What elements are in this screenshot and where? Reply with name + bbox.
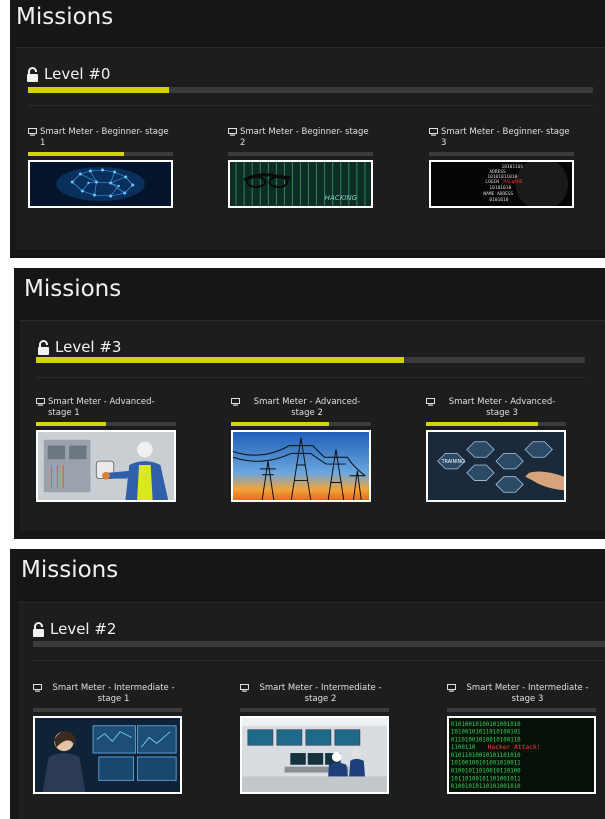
mission-progress-bar xyxy=(228,152,373,156)
monitor-icon xyxy=(426,398,435,406)
svg-text:01101001010010100110: 01101001010010100110 xyxy=(451,737,521,743)
mission-title-text: Smart Meter - Advanced-stage 1 xyxy=(48,397,155,418)
monitor-icon xyxy=(33,684,42,692)
hacker-attack-thumb-text: Hacker Attack! xyxy=(488,744,541,751)
mission-card[interactable]: Smart Meter - Beginner- stage 1 xyxy=(28,127,173,208)
svg-text:10100100101001010011: 10100100101001010011 xyxy=(451,761,521,767)
mission-card[interactable]: Smart Meter - Beginner- stage 3 10101101… xyxy=(429,127,574,208)
monitor-icon xyxy=(36,398,45,406)
mission-card[interactable]: Smart Meter - Advanced- stage 2 xyxy=(231,397,371,502)
mission-title[interactable]: Smart Meter - Beginner- stage 3 xyxy=(429,127,574,149)
mission-title-text: Smart Meter - Intermediate -stage 1 xyxy=(52,683,175,704)
page-title: Missions xyxy=(21,557,119,583)
level-progress-bar xyxy=(33,641,605,647)
mission-title[interactable]: Smart Meter - Beginner- stage 1 xyxy=(28,127,173,149)
mission-thumbnail-hacking[interactable]: HACKING xyxy=(228,160,373,208)
level-progress-bar xyxy=(28,87,593,93)
mission-title-text: Smart Meter - Beginner- stage 1 xyxy=(40,127,169,148)
unlock-icon xyxy=(26,66,39,82)
mission-thumbnail-malware[interactable]: 10101101 ADRESS 10101011010 LOGIN MALWAR… xyxy=(429,160,574,208)
monitor-icon xyxy=(447,684,456,692)
mission-card[interactable]: Smart Meter - Advanced-stage 1 xyxy=(36,397,176,502)
unlock-icon xyxy=(37,339,50,355)
mission-progress-bar xyxy=(36,422,176,426)
mission-progress-bar xyxy=(429,152,574,156)
mission-title[interactable]: Smart Meter - Intermediate -stage 1 xyxy=(33,683,182,705)
svg-text:10110100101101001011: 10110100101101001011 xyxy=(451,776,521,782)
monitor-icon xyxy=(240,684,249,692)
level-progress-bar xyxy=(36,357,585,363)
divider xyxy=(33,660,605,661)
divider xyxy=(36,377,585,378)
svg-text:01001011010010110100: 01001011010010110100 xyxy=(451,769,521,775)
mission-thumbnail-power-lines[interactable] xyxy=(231,430,371,502)
mission-title-text: Smart Meter - Intermediate -stage 2 xyxy=(259,683,382,704)
mission-title-text: Smart Meter - Advanced- stage 2 xyxy=(253,397,361,418)
mission-progress-bar xyxy=(426,422,566,426)
mission-progress-bar xyxy=(240,708,389,712)
mission-thumbnail-electrician[interactable] xyxy=(36,430,176,502)
mission-title-text: Smart Meter - Intermediate -stage 3 xyxy=(466,683,589,704)
missions-panel-2: Missions Level #3 Smart Meter - Advanced… xyxy=(14,268,605,539)
level-header: Level #0 xyxy=(26,65,110,83)
mission-title[interactable]: Smart Meter - Advanced-stage 1 xyxy=(36,397,176,419)
missions-panel-1: Missions Level #0 Smart Meter - Beginner… xyxy=(10,0,605,258)
level-card: Level #2 Smart Meter - Intermediate -sta… xyxy=(18,602,605,819)
svg-text:10100101011010100101: 10100101011010100101 xyxy=(451,730,521,736)
hacking-thumb-text: HACKING xyxy=(325,193,358,202)
svg-text:01010010100101001010: 01010010100101001010 xyxy=(451,722,521,728)
svg-text:01011010010101101010: 01011010010101101010 xyxy=(451,753,521,759)
monitor-icon xyxy=(231,398,240,406)
mission-card[interactable]: Smart Meter - Intermediate -stage 2 xyxy=(240,683,389,794)
mission-title[interactable]: Smart Meter - Advanced- stage 2 xyxy=(231,397,371,419)
malware-code-line: MALWARE xyxy=(504,179,523,185)
mission-title[interactable]: Smart Meter - Advanced- stage 3 xyxy=(426,397,566,419)
mission-progress-bar xyxy=(28,152,173,156)
level-header: Level #3 xyxy=(37,338,121,356)
mission-progress-bar xyxy=(33,708,182,712)
level-header: Level #2 xyxy=(32,620,116,638)
mission-card[interactable]: Smart Meter - Intermediate -stage 3 0101… xyxy=(447,683,596,794)
divider xyxy=(28,105,593,106)
malware-code-line: 10101010 xyxy=(489,185,511,191)
mission-title-text: Smart Meter - Beginner- stage 3 xyxy=(441,127,570,148)
mission-card[interactable]: Smart Meter - Beginner- stage 2 HACKING xyxy=(228,127,373,208)
svg-text:1100110: 1100110 xyxy=(451,745,476,751)
mission-thumbnail-operators[interactable] xyxy=(240,716,389,794)
mission-thumbnail-brain[interactable] xyxy=(28,160,173,208)
mission-card[interactable]: Smart Meter - Advanced- stage 3 TRAINING xyxy=(426,397,566,502)
monitor-icon xyxy=(429,128,438,136)
training-thumb-text: TRAINING xyxy=(441,459,466,465)
malware-code-line: NAME ADRESS xyxy=(483,191,513,197)
mission-thumbnail-control-room[interactable] xyxy=(33,716,182,794)
monitor-icon xyxy=(228,128,237,136)
missions-panel-3: Missions Level #2 Smart Meter - Intermed… xyxy=(10,549,605,819)
page-title: Missions xyxy=(24,276,122,302)
mission-card[interactable]: Smart Meter - Intermediate -stage 1 xyxy=(33,683,182,794)
level-label: Level #2 xyxy=(50,620,117,638)
level-card: Level #3 Smart Meter - Advanced-stage 1 xyxy=(20,320,605,530)
unlock-icon xyxy=(32,621,45,637)
mission-title[interactable]: Smart Meter - Beginner- stage 2 xyxy=(228,127,373,149)
monitor-icon xyxy=(28,128,37,136)
level-label: Level #0 xyxy=(44,65,111,83)
mission-title[interactable]: Smart Meter - Intermediate -stage 3 xyxy=(447,683,596,705)
malware-code-line: 0101010 xyxy=(489,197,508,203)
page-title: Missions xyxy=(16,4,114,30)
svg-text:01001010110101001010: 01001010110101001010 xyxy=(451,784,521,790)
mission-title-text: Smart Meter - Beginner- stage 2 xyxy=(240,127,369,148)
mission-thumbnail-hacker-attack[interactable]: 01010010100101001010 1010010101101010010… xyxy=(447,716,596,794)
mission-title-text: Smart Meter - Advanced- stage 3 xyxy=(448,397,556,418)
mission-title[interactable]: Smart Meter - Intermediate -stage 2 xyxy=(240,683,389,705)
mission-thumbnail-training[interactable]: TRAINING xyxy=(426,430,566,502)
level-label: Level #3 xyxy=(55,338,122,356)
mission-progress-bar xyxy=(231,422,371,426)
mission-progress-bar xyxy=(447,708,596,712)
malware-code-line: LOGIN xyxy=(485,179,499,185)
level-card: Level #0 Smart Meter - Beginner- stage 1 xyxy=(16,47,605,249)
